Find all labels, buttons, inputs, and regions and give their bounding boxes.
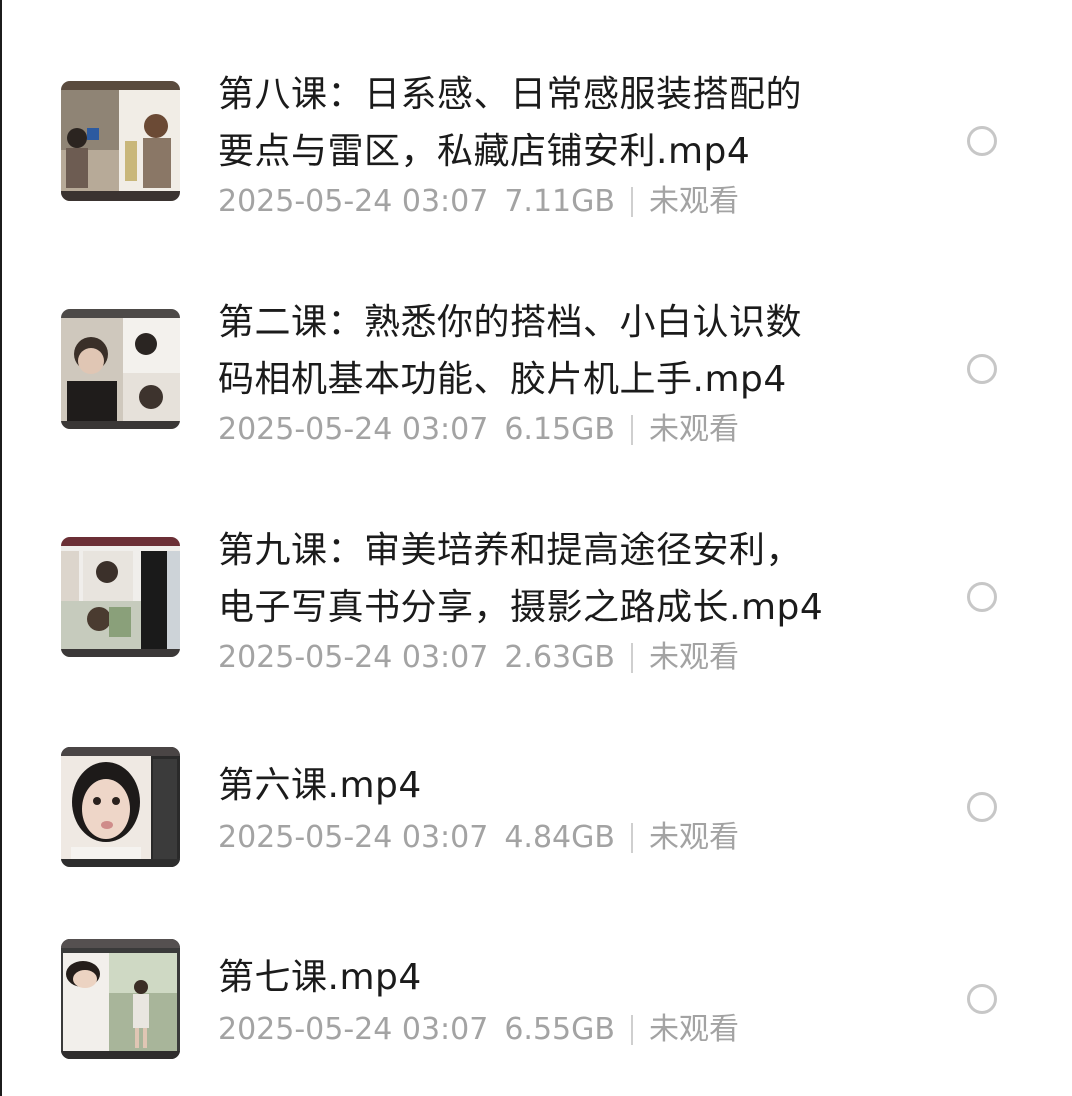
watch-status: 未观看 [648, 1012, 739, 1047]
list-item[interactable]: 第二课：熟悉你的搭档、小白认识数 码相机基本功能、胶片机上手.mp4 2025-… [0, 228, 1072, 456]
list-item[interactable]: 第六课.mp4 2025-05-24 03:07 4.84GB 未观看 [0, 684, 1072, 876]
file-title-line-1: 第八课：日系感、日常感服装搭配的 [218, 74, 803, 115]
meta-divider [630, 643, 633, 673]
file-title: 第六课.mp4 [218, 765, 422, 806]
file-title-line-1: 第二课：熟悉你的搭档、小白认识数 [218, 302, 803, 343]
file-meta: 2025-05-24 03:07 7.11GB 未观看 [218, 182, 739, 222]
file-size: 6.55GB [504, 1012, 615, 1047]
radio-unchecked-icon[interactable] [967, 792, 997, 822]
watch-status: 未观看 [648, 412, 739, 447]
file-title-line-2: 码相机基本功能、胶片机上手.mp4 [218, 359, 787, 400]
file-date: 2025-05-24 03:07 [218, 820, 489, 855]
meta-divider [630, 187, 633, 217]
meta-divider [630, 415, 633, 445]
video-thumbnail [61, 81, 180, 201]
radio-unchecked-icon[interactable] [967, 354, 997, 384]
video-thumbnail [61, 309, 180, 429]
video-thumbnail [61, 537, 180, 657]
file-date: 2025-05-24 03:07 [218, 184, 489, 219]
radio-unchecked-icon[interactable] [967, 126, 997, 156]
watch-status: 未观看 [648, 184, 739, 219]
file-size: 6.15GB [504, 412, 615, 447]
file-title-line-2: 电子写真书分享，摄影之路成长.mp4 [218, 587, 824, 628]
file-list: 第八课：日系感、日常感服装搭配的 要点与雷区，私藏店铺安利.mp4 2025-0… [0, 0, 1072, 1096]
file-meta: 2025-05-24 03:07 2.63GB 未观看 [218, 638, 739, 678]
watch-status: 未观看 [648, 640, 739, 675]
radio-unchecked-icon[interactable] [967, 984, 997, 1014]
meta-divider [630, 823, 633, 853]
file-meta: 2025-05-24 03:07 6.55GB 未观看 [218, 1010, 739, 1050]
file-title-line-2: 要点与雷区，私藏店铺安利.mp4 [218, 131, 751, 172]
file-size: 4.84GB [504, 820, 615, 855]
radio-unchecked-icon[interactable] [967, 582, 997, 612]
file-size: 2.63GB [504, 640, 615, 675]
file-meta: 2025-05-24 03:07 4.84GB 未观看 [218, 818, 739, 858]
file-date: 2025-05-24 03:07 [218, 1012, 489, 1047]
file-date: 2025-05-24 03:07 [218, 412, 489, 447]
list-item[interactable]: 第九课：审美培养和提高途径安利， 电子写真书分享，摄影之路成长.mp4 2025… [0, 456, 1072, 684]
watch-status: 未观看 [648, 820, 739, 855]
meta-divider [630, 1015, 633, 1045]
file-date: 2025-05-24 03:07 [218, 640, 489, 675]
file-title-line-1: 第九课：审美培养和提高途径安利， [218, 530, 803, 571]
file-meta: 2025-05-24 03:07 6.15GB 未观看 [218, 410, 739, 450]
list-item[interactable]: 第八课：日系感、日常感服装搭配的 要点与雷区，私藏店铺安利.mp4 2025-0… [0, 0, 1072, 228]
file-size: 7.11GB [504, 184, 615, 219]
file-title: 第七课.mp4 [218, 957, 422, 998]
video-thumbnail [61, 939, 180, 1059]
video-thumbnail [61, 747, 180, 867]
list-item[interactable]: 第七课.mp4 2025-05-24 03:07 6.55GB 未观看 [0, 876, 1072, 1096]
